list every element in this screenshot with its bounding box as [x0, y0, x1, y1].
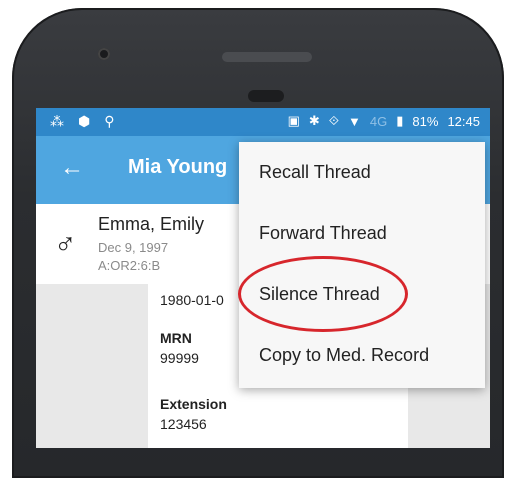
nfc-icon: ▣: [287, 113, 300, 128]
patient-name: Emma, Emily: [98, 214, 205, 234]
extension-label: Extension: [160, 396, 227, 412]
phone-screen: ⁂ ⬢ ⚲ ▣ ✱ ⟐ ▼ 4G ▮ 81% 12:45 ← Mia Young…: [36, 108, 490, 448]
clock: 12:45: [447, 113, 480, 129]
extension-value: 123456: [160, 416, 207, 432]
speaker-grille: [222, 52, 312, 62]
network-type: 4G: [369, 113, 388, 129]
battery-icon: ▮: [396, 113, 404, 128]
date-value: 1980-01-0: [160, 292, 224, 308]
menu-item-label: Recall Thread: [259, 162, 371, 182]
menu-item-label: Silence Thread: [259, 284, 380, 304]
menu-item-copy-to-med-record[interactable]: Copy to Med. Record: [239, 325, 485, 386]
proximity-sensor: [248, 90, 284, 102]
back-arrow-icon[interactable]: ←: [60, 156, 84, 180]
status-bar: ⁂ ⬢ ⚲ ▣ ✱ ⟐ ▼ 4G ▮ 81% 12:45: [36, 108, 490, 136]
ts-icon: ⁂: [50, 113, 64, 129]
menu-item-forward-thread[interactable]: Forward Thread: [239, 203, 485, 264]
menu-item-recall-thread[interactable]: Recall Thread: [239, 142, 485, 203]
bluetooth-icon: ✱: [308, 113, 320, 128]
overflow-menu: Recall Thread Forward Thread Silence Thr…: [239, 142, 485, 388]
male-icon: ♂: [54, 228, 77, 261]
vibrate-icon: ⟐: [328, 113, 340, 128]
mrn-value: 99999: [160, 350, 199, 366]
person-icon: ⚲: [104, 113, 115, 129]
mrn-label: MRN: [160, 330, 192, 346]
camera-icon: [98, 48, 110, 60]
page-title: Mia Young: [128, 156, 228, 178]
patient-location: A:OR2:6:B: [98, 258, 161, 273]
menu-item-silence-thread[interactable]: Silence Thread: [239, 264, 485, 325]
android-icon: ⬢: [78, 113, 91, 129]
wifi-icon: ▼: [348, 113, 361, 129]
status-right-icons: ▣ ✱ ⟐ ▼ 4G ▮ 81% 12:45: [288, 113, 480, 129]
menu-item-label: Forward Thread: [259, 223, 387, 243]
battery-level: 81%: [412, 113, 439, 129]
left-panel: [36, 284, 148, 448]
status-left-icons: ⁂ ⬢ ⚲: [50, 113, 115, 130]
patient-dob: Dec 9, 1997: [98, 240, 169, 255]
menu-item-label: Copy to Med. Record: [259, 345, 430, 365]
